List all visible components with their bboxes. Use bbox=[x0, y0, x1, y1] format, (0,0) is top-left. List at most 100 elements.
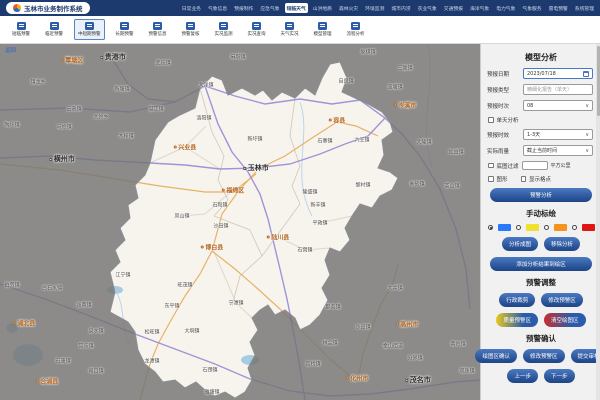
map-town-label: 石康镇 bbox=[55, 358, 70, 365]
map-base-svg bbox=[0, 44, 480, 400]
map-town-label: 凤山镇 bbox=[174, 213, 189, 220]
tab-天气实况[interactable]: 天气实况 bbox=[277, 19, 303, 41]
map-town-label: 麻垌镇 bbox=[230, 54, 245, 61]
nav-item-气象服务[interactable]: 气象服务 bbox=[520, 3, 543, 13]
map-town-label: 新圩镇 bbox=[247, 136, 262, 143]
remove-analysis-button[interactable]: 移除分析 bbox=[544, 237, 580, 251]
color-radio-3[interactable] bbox=[572, 225, 577, 230]
tab-document-icon bbox=[252, 22, 261, 30]
map-town-label: 伯劳镇 bbox=[4, 282, 19, 289]
adjust-button-行政裁剪[interactable]: 行政裁剪 bbox=[499, 293, 535, 307]
scrollbar-thumb[interactable] bbox=[597, 46, 600, 116]
county-marker-icon bbox=[267, 236, 270, 239]
map-city-label: 玉林市 bbox=[243, 163, 269, 173]
nav-item-短临天气[interactable]: 短临天气 bbox=[285, 3, 308, 13]
tab-长期预警[interactable]: 长期预警 bbox=[112, 19, 138, 41]
nav-item-应急气象[interactable]: 应急气象 bbox=[258, 3, 281, 13]
tab-模型管理[interactable]: 模型管理 bbox=[310, 19, 336, 41]
map-canvas[interactable]: 返回 贵港市横州市玉林市茂名市覃塘区兴业县容县福绵区陆川县博白县岑溪市高州市化州… bbox=[0, 44, 480, 400]
place-name: 覃塘区 bbox=[65, 56, 83, 65]
map-town-label: 石和镇 bbox=[212, 202, 227, 209]
graph-checkbox[interactable] bbox=[488, 176, 494, 182]
color-radio-1[interactable] bbox=[516, 225, 521, 230]
place-name: 江宁镇 bbox=[115, 272, 130, 279]
prev-step-button[interactable]: 上一步 bbox=[507, 369, 538, 383]
tab-label: 临近预警 bbox=[45, 31, 63, 37]
nav-item-交通预报[interactable]: 交通预报 bbox=[442, 3, 465, 13]
nav-item-海洋气象[interactable]: 海洋气象 bbox=[468, 3, 491, 13]
warning-adjust-title: 预警调整 bbox=[487, 277, 595, 288]
tab-流程分析[interactable]: 流程分析 bbox=[343, 19, 369, 41]
nav-item-山洪地质[interactable]: 山洪地质 bbox=[311, 3, 334, 13]
tab-短临预警[interactable]: 短临预警 bbox=[8, 19, 34, 41]
nav-item-电力气象[interactable]: 电力气象 bbox=[494, 3, 517, 13]
tab-label: 长期预警 bbox=[116, 31, 134, 37]
map-town-label: 马岭镇 bbox=[56, 124, 71, 131]
single-day-checkbox[interactable] bbox=[488, 117, 494, 123]
tab-document-icon bbox=[50, 22, 59, 30]
tab-预警复核[interactable]: 预警复核 bbox=[178, 19, 204, 41]
tab-实况查询[interactable]: 实况查询 bbox=[244, 19, 270, 41]
nav-item-雷电预警[interactable]: 雷电预警 bbox=[547, 3, 570, 13]
map-town-label: 那务镇 bbox=[325, 304, 340, 311]
nav-item-日常业务[interactable]: 日常业务 bbox=[180, 3, 203, 13]
forecast-type-label: 预报类型 bbox=[487, 86, 509, 94]
map-town-label: 江宁镇 bbox=[115, 272, 130, 279]
color-swatch-2[interactable] bbox=[554, 224, 567, 231]
map-county-label: 福绵区 bbox=[222, 186, 245, 195]
next-step-button[interactable]: 下一步 bbox=[544, 369, 575, 383]
map-town-label: 张黄镇 bbox=[76, 302, 91, 309]
map-city-label: 贵港市 bbox=[100, 52, 126, 62]
map-town-label: 平政镇 bbox=[312, 220, 327, 227]
confirm-buttons-row: 绘图区确认修改预警区提交审核 bbox=[487, 349, 595, 363]
nav-item-农业气象[interactable]: 农业气象 bbox=[416, 3, 439, 13]
place-name: 麻垌镇 bbox=[230, 54, 245, 61]
actual-rain-select[interactable]: 截止当前时间 ∨ bbox=[523, 145, 593, 156]
tab-实况监测[interactable]: 实况监测 bbox=[211, 19, 237, 41]
place-name: 朱砂镇 bbox=[409, 181, 424, 188]
panel-scrollbar[interactable] bbox=[596, 44, 600, 400]
city-marker-icon bbox=[243, 167, 246, 170]
nav-item-环境监测[interactable]: 环境监测 bbox=[363, 3, 386, 13]
basemap-filter-checkbox[interactable] bbox=[488, 163, 494, 169]
adjust-button-清空绘图区[interactable]: 清空绘图区 bbox=[544, 313, 586, 327]
color-radio-2[interactable] bbox=[544, 225, 549, 230]
nav-item-森林火灾[interactable]: 森林火灾 bbox=[337, 3, 360, 13]
forecast-type-input[interactable]: 精细化报告（单天） bbox=[523, 84, 593, 95]
place-name: 陶圩镇 bbox=[4, 122, 19, 129]
nav-item-城市内涝[interactable]: 城市内涝 bbox=[389, 3, 412, 13]
calendar-icon[interactable] bbox=[583, 71, 589, 77]
forecast-time-select[interactable]: 08 ∨ bbox=[523, 100, 593, 111]
color-swatch-1[interactable] bbox=[526, 224, 539, 231]
map-town-label: 自良镇 bbox=[338, 78, 353, 85]
map-back-link[interactable]: 返回 bbox=[5, 46, 16, 54]
forecast-date-input[interactable]: 2023/07/18 bbox=[523, 68, 593, 79]
nav-item-系统管理[interactable]: 系统管理 bbox=[573, 3, 596, 13]
color-swatch-3[interactable] bbox=[582, 224, 595, 231]
forecast-validity-select[interactable]: 1-3天 ∨ bbox=[523, 129, 593, 140]
nav-item-气象信息[interactable]: 气象信息 bbox=[206, 3, 229, 13]
map-town-label: 镇龙乡 bbox=[30, 79, 45, 86]
place-name: 沙田镇 bbox=[355, 324, 370, 331]
tab-预警信息[interactable]: 预警信息 bbox=[145, 19, 171, 41]
adjust-button-修改预警区[interactable]: 修改预警区 bbox=[541, 293, 583, 307]
tab-中短期预警[interactable]: 中短期预警 bbox=[74, 19, 105, 41]
color-picker-row bbox=[487, 224, 595, 231]
confirm-button-绘图区确认[interactable]: 绘图区确认 bbox=[475, 349, 517, 363]
confirm-button-修改预警区[interactable]: 修改预警区 bbox=[523, 349, 565, 363]
tab-label: 模型管理 bbox=[314, 31, 332, 37]
tab-临近预警[interactable]: 临近预警 bbox=[41, 19, 67, 41]
color-radio-0[interactable] bbox=[488, 225, 493, 230]
warning-analysis-button[interactable]: 预警分析 bbox=[490, 188, 592, 202]
chevron-down-icon: ∨ bbox=[585, 148, 589, 154]
add-analysis-result-button[interactable]: 添加分析结果到绘区 bbox=[490, 257, 592, 271]
adjust-button-质量预警区[interactable]: 质量预警区 bbox=[496, 313, 538, 327]
place-name: 黎村镇 bbox=[355, 182, 370, 189]
show-grid-checkbox[interactable] bbox=[521, 176, 527, 182]
analysis-draw-button[interactable]: 分析成图 bbox=[502, 237, 538, 251]
map-town-label: 林尘镇 bbox=[322, 340, 337, 347]
filter-area-input[interactable] bbox=[522, 161, 548, 170]
color-swatch-0[interactable] bbox=[498, 224, 511, 231]
top-nav: 日常业务气象信息预报制作应急气象短临天气山洪地质森林火灾环境监测城市内涝农业气象… bbox=[180, 3, 600, 13]
nav-item-预报制作[interactable]: 预报制作 bbox=[232, 3, 255, 13]
